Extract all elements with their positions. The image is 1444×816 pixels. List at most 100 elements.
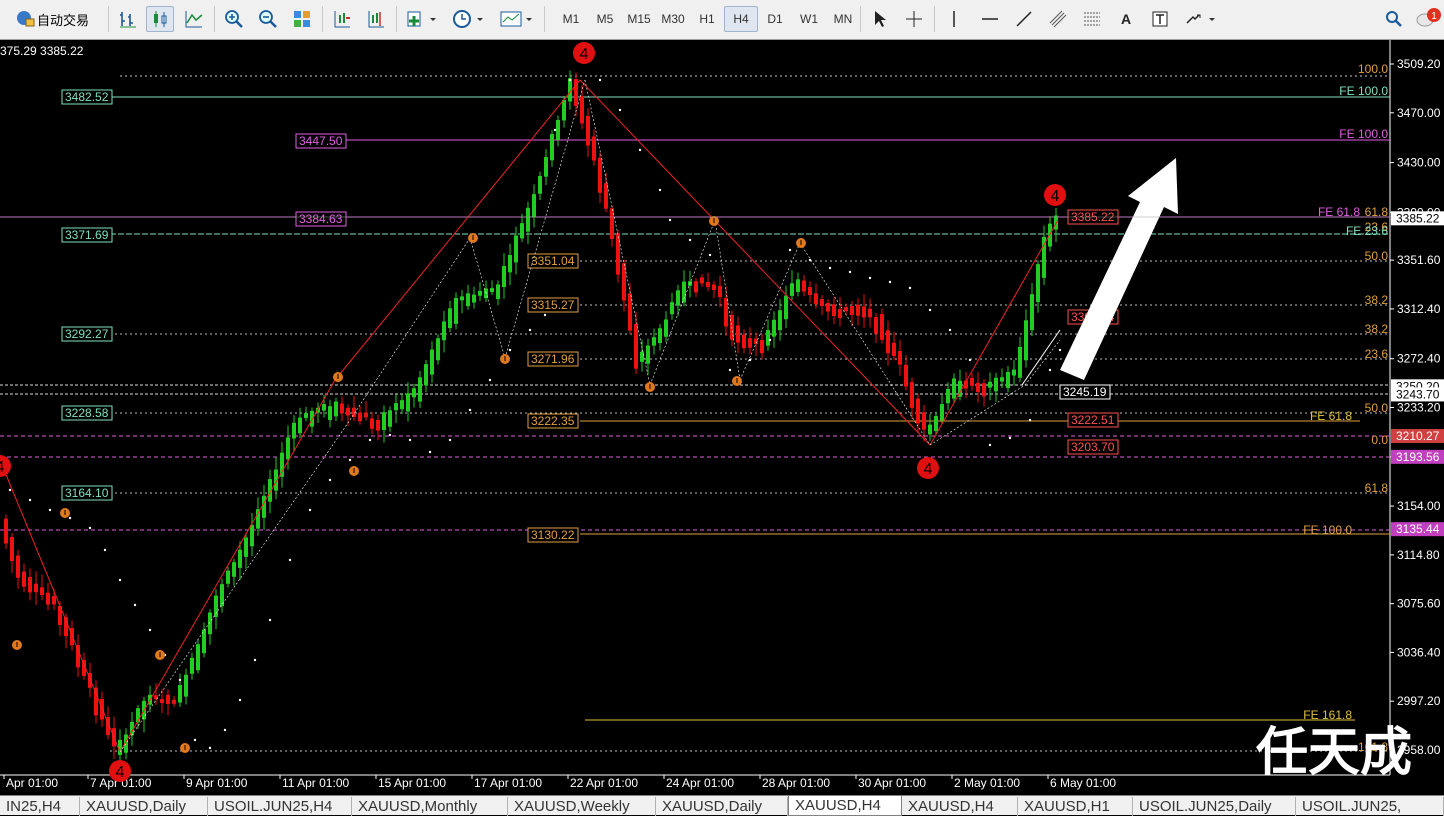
sar-dot bbox=[888, 280, 892, 284]
timeframe-d1[interactable]: D1 bbox=[758, 6, 792, 32]
time-axis-label: 17 Apr 01:00 bbox=[474, 776, 542, 790]
timeframe-h1[interactable]: H1 bbox=[690, 6, 724, 32]
candle-body bbox=[496, 284, 500, 300]
chart-tab[interactable]: XAUUSD,H4 bbox=[788, 796, 902, 816]
candle-body bbox=[394, 403, 398, 411]
chart-tab[interactable]: USOIL.JUN25,Daily bbox=[1133, 797, 1296, 816]
projection-arrow bbox=[1060, 158, 1178, 380]
candle-body bbox=[40, 587, 44, 596]
trendline-icon[interactable] bbox=[1010, 6, 1038, 32]
autoscroll-icon[interactable] bbox=[362, 6, 390, 32]
channel-icon[interactable] bbox=[1044, 6, 1072, 32]
zigzag-dashed bbox=[714, 219, 741, 381]
wave-label: 4 bbox=[580, 46, 589, 63]
clock-periods-icon[interactable] bbox=[448, 6, 490, 32]
time-axis-label: Apr 01:00 bbox=[6, 776, 58, 790]
price-axis-label: 3509.20 bbox=[1397, 57, 1441, 71]
candle-body bbox=[898, 350, 902, 365]
zoom-in-icon[interactable] bbox=[220, 6, 248, 32]
price-axis-label: 3470.00 bbox=[1397, 106, 1441, 120]
zoom-out-icon[interactable] bbox=[254, 6, 282, 32]
timeframe-w1[interactable]: W1 bbox=[792, 6, 826, 32]
chart-tab[interactable]: XAUUSD,H1 bbox=[1018, 797, 1133, 816]
fib-level-label: 50.0 bbox=[1365, 249, 1389, 263]
chart-tab[interactable]: USOIL.JUN25, bbox=[1296, 797, 1444, 816]
candle-body bbox=[448, 308, 452, 329]
fib-level-label: 38.2 bbox=[1365, 293, 1389, 307]
sar-dot bbox=[408, 438, 412, 442]
price-chart[interactable]: 3509.203470.003430.003390.003351.603312.… bbox=[0, 40, 1444, 795]
candle-body bbox=[406, 393, 410, 412]
timeframe-mn[interactable]: MN bbox=[826, 6, 860, 32]
notifications-icon[interactable]: 1 bbox=[1414, 6, 1442, 32]
sar-dot bbox=[568, 78, 572, 82]
candle-body bbox=[292, 422, 296, 439]
chart-tab[interactable]: XAUUSD,H4 bbox=[902, 797, 1018, 816]
fibonacci-icon[interactable] bbox=[1078, 6, 1106, 32]
candle-body bbox=[634, 324, 638, 369]
tile-windows-icon[interactable] bbox=[288, 6, 316, 32]
indicators-dropdown-icon[interactable] bbox=[402, 6, 442, 32]
sar-dot bbox=[668, 218, 672, 222]
candle-body bbox=[46, 592, 50, 605]
timeframe-m30[interactable]: M30 bbox=[656, 6, 690, 32]
candle-body bbox=[520, 223, 524, 239]
crosshair-icon[interactable] bbox=[900, 6, 928, 32]
watermark-text: 任天成 bbox=[1256, 723, 1412, 783]
templates-icon[interactable] bbox=[496, 6, 538, 32]
text-label-icon[interactable] bbox=[1146, 6, 1174, 32]
fib-level-label: FE 161.8 bbox=[1303, 708, 1352, 722]
cursor-arrow-icon[interactable] bbox=[866, 6, 894, 32]
chart-tab[interactable]: XAUUSD,Daily bbox=[80, 797, 208, 816]
candle-body bbox=[724, 298, 728, 327]
price-highlight-label: 3243.70 bbox=[1396, 387, 1440, 401]
candle-body bbox=[922, 412, 926, 430]
autotrade-button[interactable]: 自动交易 bbox=[4, 6, 100, 32]
price-axis-label: 3036.40 bbox=[1397, 645, 1441, 659]
timeframe-m1[interactable]: M1 bbox=[554, 6, 588, 32]
candle-body bbox=[910, 382, 914, 408]
vertical-line-icon[interactable] bbox=[940, 6, 968, 32]
sar-dot bbox=[488, 378, 492, 382]
candle-body bbox=[700, 277, 704, 284]
candle-body bbox=[784, 295, 788, 320]
sar-dot bbox=[328, 478, 332, 482]
timeframe-m5[interactable]: M5 bbox=[588, 6, 622, 32]
candle-body bbox=[850, 306, 854, 315]
candle-body bbox=[694, 281, 698, 293]
line-chart-icon[interactable] bbox=[180, 6, 208, 32]
chart-canvas[interactable]: 3509.203470.003430.003390.003351.603312.… bbox=[0, 40, 1444, 795]
candlestick-chart-icon[interactable] bbox=[146, 6, 174, 32]
chart-shift-icon[interactable] bbox=[328, 6, 356, 32]
timeframe-m15[interactable]: M15 bbox=[622, 6, 656, 32]
sar-dot bbox=[268, 618, 272, 622]
candle-body bbox=[436, 338, 440, 361]
sar-dot bbox=[848, 270, 852, 274]
candle-body bbox=[52, 596, 56, 605]
chart-tab[interactable]: XAUUSD,Daily bbox=[656, 797, 788, 816]
chart-tab[interactable]: XAUUSD,Weekly bbox=[508, 797, 656, 816]
price-level-label: 3292.27 bbox=[65, 327, 109, 341]
arrows-dropdown-icon[interactable] bbox=[1180, 6, 1220, 32]
chart-tab[interactable]: USOIL.JUN25,H4 bbox=[208, 797, 352, 816]
candle-body bbox=[736, 325, 740, 343]
search-icon[interactable] bbox=[1380, 6, 1408, 32]
timeframe-h4[interactable]: H4 bbox=[724, 6, 758, 32]
horizontal-line-icon[interactable] bbox=[976, 6, 1004, 32]
price-axis-label: 3075.60 bbox=[1397, 597, 1441, 611]
chart-tab[interactable]: IN25,H4 bbox=[0, 797, 80, 816]
candle-body bbox=[478, 290, 482, 296]
sar-dot bbox=[253, 658, 257, 662]
text-tool-icon[interactable]: A bbox=[1112, 6, 1140, 32]
candle-body bbox=[328, 406, 332, 421]
candle-body bbox=[778, 310, 782, 331]
bar-chart-icon[interactable] bbox=[114, 6, 142, 32]
candle-body bbox=[442, 321, 446, 341]
candle-body bbox=[22, 571, 26, 587]
candle-body bbox=[526, 207, 530, 232]
price-highlight-label: 3135.44 bbox=[1396, 522, 1440, 536]
candle-body bbox=[790, 283, 794, 296]
time-axis-label: 2 May 01:00 bbox=[954, 776, 1020, 790]
chart-tab[interactable]: XAUUSD,Monthly bbox=[352, 797, 508, 816]
candle-body bbox=[154, 695, 158, 700]
